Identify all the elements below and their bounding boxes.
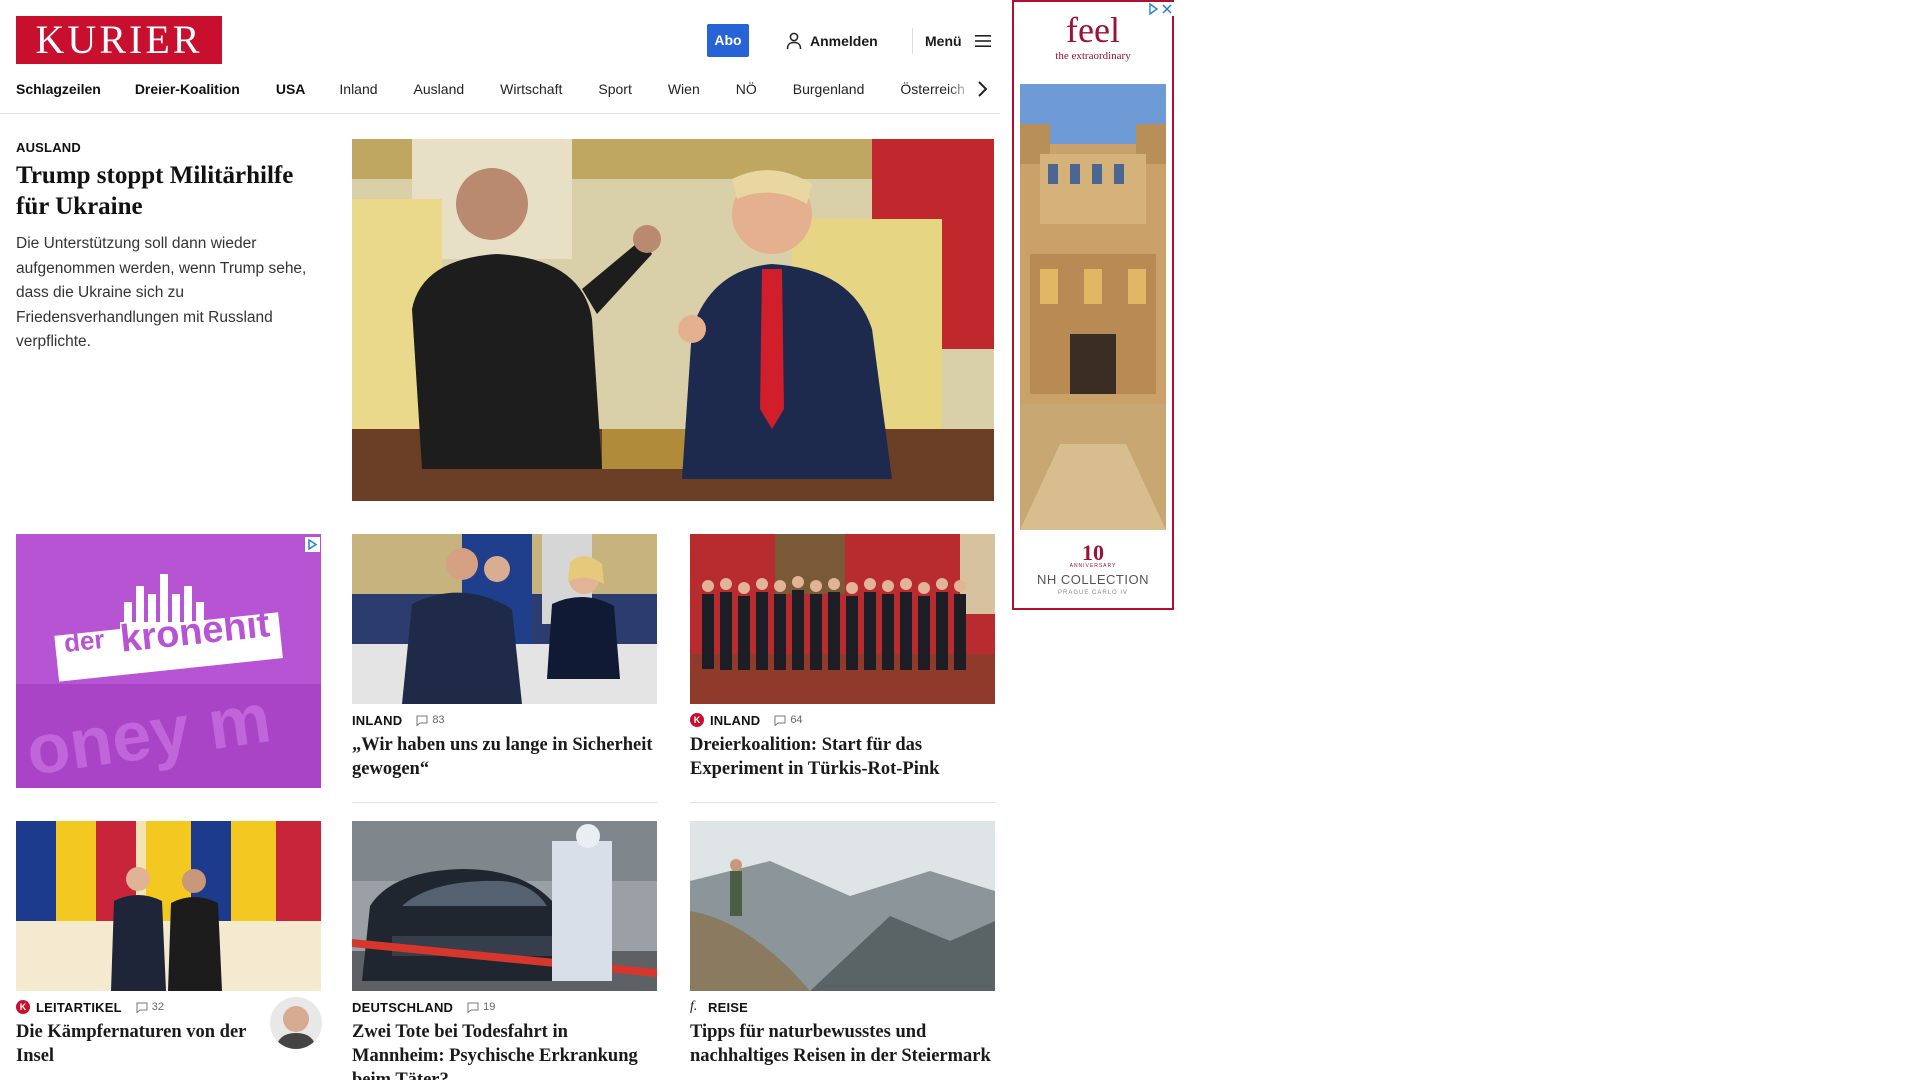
ad-hotel-image: [1020, 84, 1166, 530]
card-meta: INLAND 83: [352, 712, 445, 728]
ad-subline: the extraordinary: [1055, 50, 1131, 62]
comment-icon: [774, 715, 786, 726]
kurier-plus-icon: K: [690, 713, 704, 727]
comment-count-value: 19: [483, 1001, 496, 1013]
nav-item-burgenland[interactable]: Burgenland: [793, 81, 865, 97]
comment-icon: [467, 1002, 479, 1013]
card-headline[interactable]: „Wir haben uns zu lange in Sicherheit ge…: [352, 733, 657, 781]
header-divider-line: [0, 113, 1000, 114]
login-button[interactable]: Anmelden: [786, 30, 878, 52]
comment-count[interactable]: 64: [774, 714, 803, 726]
chevron-right-icon[interactable]: [975, 79, 989, 99]
comment-count-value: 64: [790, 714, 803, 726]
author-avatar[interactable]: [270, 997, 322, 1049]
card-kicker[interactable]: DEUTSCHLAND: [352, 1000, 453, 1015]
user-icon: [786, 32, 802, 50]
ad-anniversary-label: ANNIVERSARY: [1069, 563, 1117, 569]
card-image-dreierkoalition[interactable]: [690, 534, 995, 704]
kurier-logo[interactable]: KURIER: [16, 16, 222, 64]
card-meta: DEUTSCHLAND 19: [352, 999, 495, 1015]
card-image-steiermark[interactable]: [690, 821, 995, 991]
nav-item-schlagzeilen[interactable]: Schlagzeilen: [16, 81, 101, 97]
card-divider: [352, 802, 657, 803]
ad-location: PRAGUE CARLO IV: [1057, 590, 1128, 596]
ad-anniversary-number: 10: [1082, 540, 1104, 565]
f-brand-icon: f.: [690, 999, 698, 1014]
card-headline[interactable]: Tipps für naturbewusstes und nachhaltige…: [690, 1020, 995, 1068]
login-label: Anmelden: [810, 33, 878, 49]
nav-item-noe[interactable]: NÖ: [736, 81, 757, 97]
card-meta: K LEITARTIKEL 32: [16, 999, 164, 1015]
comment-icon: [136, 1002, 148, 1013]
nav-item-wien[interactable]: Wien: [668, 81, 700, 97]
comment-count-value: 32: [151, 1001, 164, 1013]
abo-button[interactable]: Abo: [707, 24, 749, 57]
adchoices-icon[interactable]: [305, 537, 320, 552]
kronehit-ad[interactable]: der kronehit oney m: [16, 534, 321, 788]
lead-teaser: Die Unterstützung soll dann wieder aufge…: [16, 235, 307, 350]
nav-item-sport[interactable]: Sport: [598, 81, 631, 97]
nav-item-wirtschaft[interactable]: Wirtschaft: [500, 81, 562, 97]
nav-item-usa[interactable]: USA: [276, 81, 306, 97]
card-meta: K INLAND 64: [690, 712, 803, 728]
kronehit-prefix: der: [62, 623, 106, 659]
nav-item-inland[interactable]: Inland: [339, 81, 377, 97]
comment-count[interactable]: 83: [416, 714, 445, 726]
nav-item-ausland[interactable]: Ausland: [414, 81, 465, 97]
card-image-mannheim[interactable]: [352, 821, 657, 991]
card-kicker[interactable]: REISE: [708, 1000, 748, 1015]
lead-image[interactable]: [352, 139, 994, 501]
card-kicker[interactable]: INLAND: [710, 713, 760, 728]
card-kicker[interactable]: INLAND: [352, 713, 402, 728]
comment-icon: [416, 715, 428, 726]
card-image-kaempfernaturen[interactable]: [16, 821, 321, 991]
comment-count-value: 83: [432, 714, 445, 726]
hamburger-icon: [974, 35, 991, 47]
menu-button[interactable]: Menü: [925, 30, 992, 52]
card-meta: f. REISE: [690, 999, 748, 1015]
card-divider: [690, 802, 995, 803]
card-headline[interactable]: Zwei Tote bei Todesfahrt in Mannheim: Ps…: [352, 1020, 657, 1080]
comment-count[interactable]: 19: [467, 1001, 495, 1013]
nh-collection-ad[interactable]: feel the extraordinary 10 ANNIVERSARY NH…: [1012, 0, 1174, 610]
section-nav: Schlagzeilen Dreier-Koalition USA Inland…: [16, 78, 988, 100]
comment-count[interactable]: 32: [136, 1001, 164, 1013]
ad-headline: feel: [1066, 10, 1120, 50]
lead-headline[interactable]: Trump stoppt Militärhilfe für Ukraine: [16, 160, 326, 222]
header-divider: [912, 28, 913, 54]
ad-close-icon[interactable]: [1146, 2, 1174, 16]
lead-kicker[interactable]: AUSLAND: [16, 140, 81, 155]
card-kicker[interactable]: LEITARTIKEL: [36, 1000, 122, 1015]
card-image-wir-haben[interactable]: [352, 534, 657, 704]
menu-label: Menü: [925, 33, 962, 49]
card-headline[interactable]: Die Kämpfernaturen von der Insel: [16, 1020, 251, 1068]
card-headline[interactable]: Dreierkoalition: Start für das Experimen…: [690, 733, 995, 781]
ad-brand: NH COLLECTION: [1037, 572, 1149, 587]
nav-item-dreier-koalition[interactable]: Dreier-Koalition: [135, 81, 240, 97]
kurier-plus-icon: K: [16, 1000, 30, 1014]
